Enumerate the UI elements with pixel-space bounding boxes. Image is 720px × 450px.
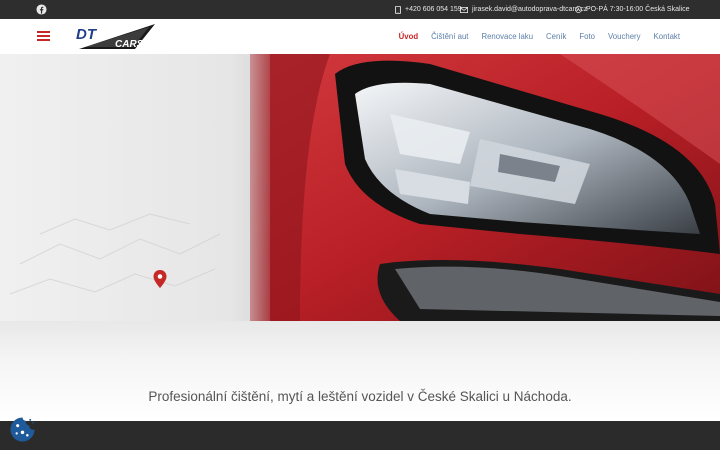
car-headlight-illustration [0, 54, 720, 321]
logo[interactable]: DT CARS [75, 21, 157, 53]
main-navigation: Úvod Čištění aut Renovace laku Ceník Fot… [386, 19, 680, 54]
email-contact[interactable]: jirasek.david@autodoprava-dtcars.cz [460, 0, 587, 19]
hero-image [0, 54, 720, 321]
email-address[interactable]: jirasek.david@autodoprava-dtcars.cz [472, 6, 587, 13]
site-header: DT CARS Úvod Čištění aut Renovace laku C… [0, 19, 720, 54]
nav-renovace-laku[interactable]: Renovace laku [481, 32, 533, 41]
top-info-bar: +420 606 054 159 jirasek.david@autodopra… [0, 0, 720, 19]
tagline: Profesionální čištění, mytí a leštění vo… [148, 389, 572, 404]
hours-text: PO-PÁ 7:30-16:00 Česká Skalice [586, 6, 690, 13]
intro-section [0, 321, 720, 421]
nav-vouchery[interactable]: Vouchery [608, 32, 641, 41]
svg-text:DT: DT [76, 26, 98, 43]
svg-text:CARS: CARS [115, 39, 144, 50]
dark-section-band [0, 421, 720, 450]
phone-number[interactable]: +420 606 054 159 [405, 6, 462, 13]
nav-foto[interactable]: Foto [579, 32, 595, 41]
facebook-icon[interactable] [36, 4, 47, 15]
location-pin-icon[interactable] [153, 270, 167, 288]
clock-icon [575, 6, 582, 13]
menu-icon[interactable] [37, 31, 50, 41]
nav-uvod[interactable]: Úvod [399, 32, 419, 41]
phone-icon [395, 5, 401, 14]
envelope-icon [460, 6, 468, 13]
phone-contact[interactable]: +420 606 054 159 [395, 0, 462, 19]
opening-hours: PO-PÁ 7:30-16:00 Česká Skalice [575, 0, 690, 19]
nav-kontakt[interactable]: Kontakt [654, 32, 680, 41]
nav-cisteni-aut[interactable]: Čištění aut [431, 32, 468, 41]
nav-cenik[interactable]: Ceník [546, 32, 566, 41]
cookie-icon[interactable] [9, 416, 36, 443]
